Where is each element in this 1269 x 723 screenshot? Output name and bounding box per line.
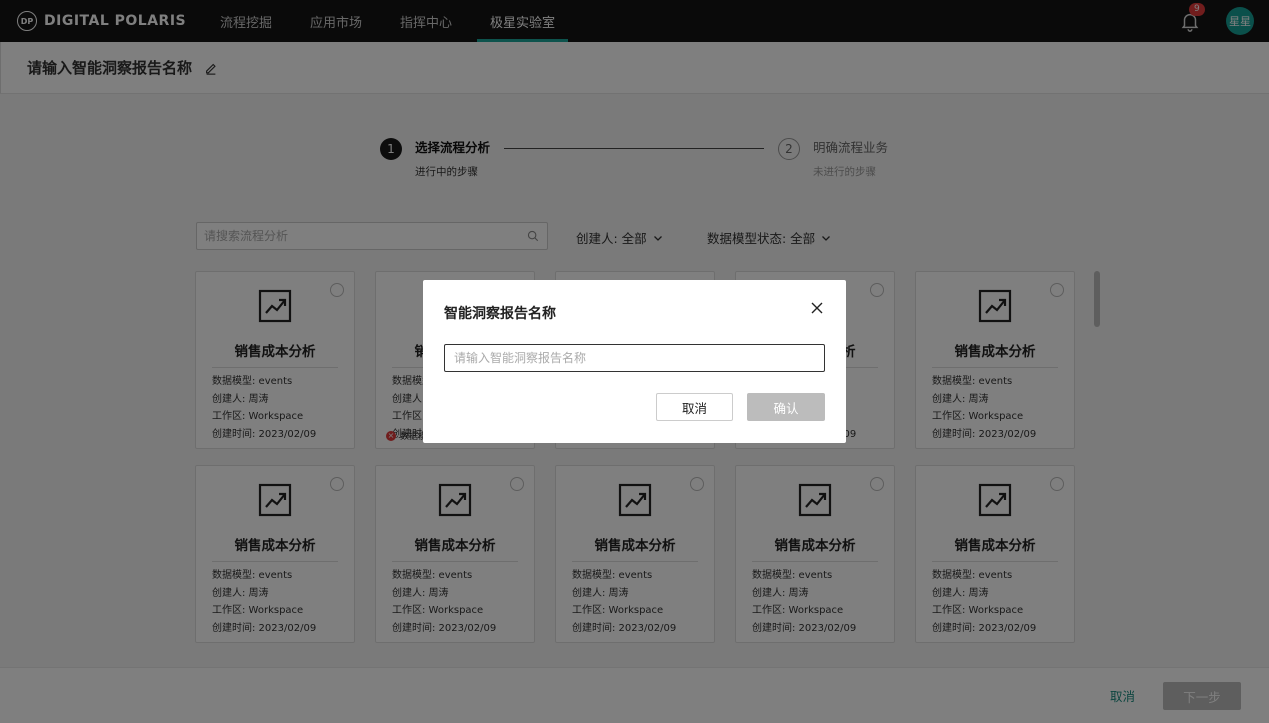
close-icon[interactable] [811, 302, 823, 314]
dialog-confirm-button[interactable]: 确认 [747, 393, 825, 421]
dialog-cancel-button[interactable]: 取消 [656, 393, 733, 421]
report-name-input[interactable] [444, 344, 825, 372]
report-name-dialog: 智能洞察报告名称 取消 确认 [423, 280, 846, 443]
dialog-title: 智能洞察报告名称 [444, 306, 556, 322]
